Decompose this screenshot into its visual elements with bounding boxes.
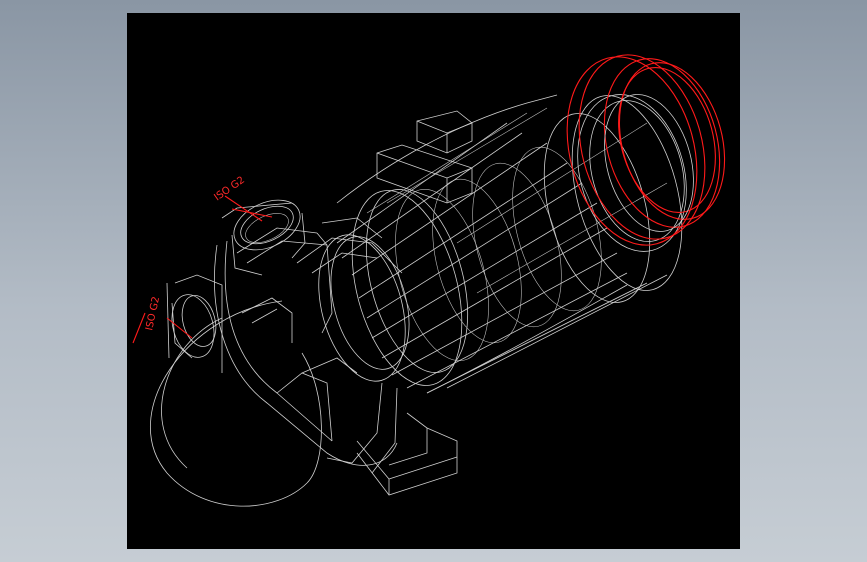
discharge-flange xyxy=(221,195,306,276)
motor-body xyxy=(336,94,683,394)
pump-wireframe-drawing: ISO G2 ISO G2 xyxy=(132,54,726,507)
mounting-foot xyxy=(356,412,458,496)
cad-viewport[interactable]: ISO G2 ISO G2 xyxy=(127,13,740,549)
suction-flange-label: ISO G2 xyxy=(144,296,162,332)
fan-cover-highlight xyxy=(566,54,726,252)
